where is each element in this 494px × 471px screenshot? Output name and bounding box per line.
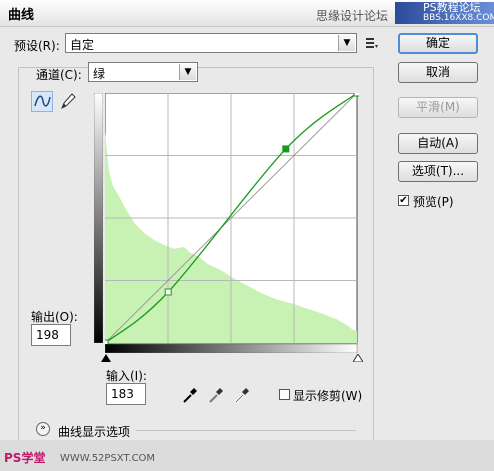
channel-select[interactable]: 绿 ▼	[88, 62, 198, 82]
white-eyedropper-button[interactable]	[233, 386, 251, 404]
menu-icon	[366, 38, 378, 48]
output-field[interactable]: 198	[31, 324, 71, 346]
expand-options-button[interactable]: »	[36, 422, 50, 436]
preview-checkbox[interactable]: ✔	[398, 195, 409, 206]
options-button[interactable]: 选项(T)...	[398, 161, 478, 182]
curve-graph[interactable]	[105, 93, 359, 345]
eyedropper-white-icon	[234, 388, 249, 404]
preview-label: 预览(P)	[413, 195, 454, 209]
eyedropper-gray-icon	[209, 388, 223, 403]
auto-button[interactable]: 自动(A)	[398, 133, 478, 154]
watermark-text: 思缘设计论坛	[316, 9, 389, 23]
smooth-button[interactable]: 平滑(M)	[398, 97, 478, 118]
eyedropper-black-icon	[183, 388, 197, 403]
watermark-logo: PS教程论坛 BBS.16XX8.COM	[395, 2, 494, 24]
preset-options-icon[interactable]	[365, 36, 379, 50]
preset-label: 预设(R):	[14, 39, 60, 53]
curve-control-point[interactable]	[282, 145, 290, 153]
curve-display-options-label: 曲线显示选项	[58, 425, 131, 439]
curve-control-point[interactable]	[353, 93, 359, 97]
black-point-slider[interactable]	[101, 354, 111, 362]
output-label: 输出(O):	[31, 310, 78, 324]
output-gradient-bar	[94, 93, 103, 343]
footer-url: WWW.52PSXT.COM	[60, 453, 156, 464]
input-field[interactable]: 183	[106, 383, 146, 405]
show-clipping-checkbox[interactable]	[279, 389, 290, 400]
pencil-icon	[61, 93, 76, 110]
gray-eyedropper-button[interactable]	[207, 386, 225, 404]
footer-left-watermark: PS学堂	[4, 451, 46, 465]
cancel-button[interactable]: 取消	[398, 62, 478, 83]
options-divider	[136, 430, 356, 431]
curve-point-tool[interactable]	[31, 91, 53, 112]
dialog-title: 曲线	[8, 8, 35, 23]
preset-value: 自定	[70, 38, 95, 52]
channel-label: 通道(C):	[36, 68, 82, 82]
chevron-down-icon: ▼	[338, 35, 355, 51]
ok-button[interactable]: 确定	[398, 33, 478, 54]
black-eyedropper-button[interactable]	[181, 386, 199, 404]
curve-control-point[interactable]	[164, 288, 172, 296]
curve-icon	[34, 95, 51, 107]
channel-value: 绿	[93, 67, 106, 81]
input-gradient-bar	[105, 344, 358, 353]
show-clipping-label: 显示修剪(W)	[293, 389, 363, 403]
preset-select[interactable]: 自定 ▼	[65, 33, 357, 53]
pencil-tool[interactable]	[58, 91, 78, 111]
watermark-logo-line2: BBS.16XX8.COM	[423, 13, 494, 23]
chevron-down-icon: ▼	[179, 64, 196, 80]
input-label: 输入(I):	[106, 369, 147, 383]
chevron-double-down-icon: »	[40, 423, 46, 433]
watermark-logo-line1: PS教程论坛	[423, 1, 481, 14]
white-point-slider[interactable]	[353, 354, 363, 362]
